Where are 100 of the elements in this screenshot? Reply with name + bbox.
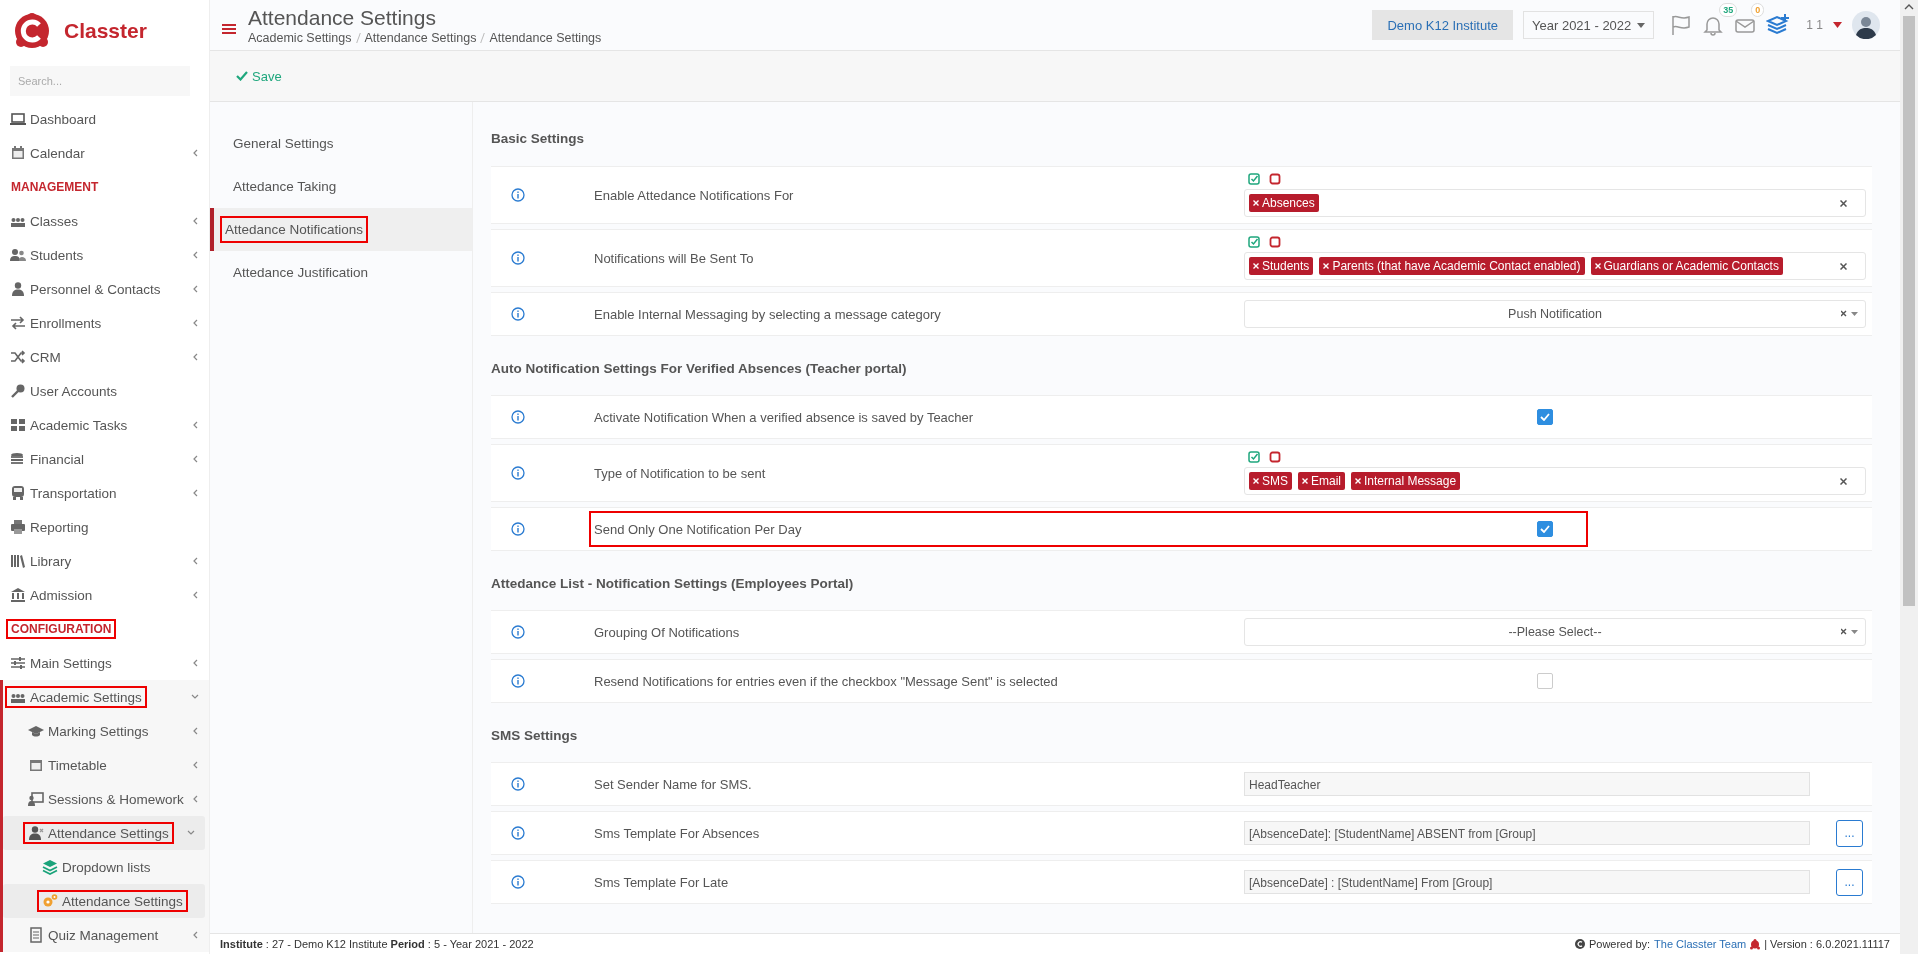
nav-item[interactable]: Quiz Management [3, 918, 209, 952]
nav-item[interactable]: Library [0, 544, 209, 578]
info-icon[interactable] [511, 251, 525, 265]
clear-icon[interactable] [1840, 199, 1847, 207]
nav-item[interactable]: Dropdown lists [3, 850, 209, 884]
select-all-icon[interactable] [1248, 451, 1260, 463]
nav-item[interactable]: Attendance Settings [3, 816, 205, 850]
info-icon[interactable] [511, 875, 525, 889]
copyright-icon [1574, 939, 1585, 949]
institute-button[interactable]: Demo K12 Institute [1372, 10, 1514, 40]
nav-item[interactable]: Admission [0, 578, 209, 612]
nav-item[interactable]: Main Settings [0, 646, 209, 680]
search-field[interactable]: Search... [10, 66, 190, 96]
avatar[interactable] [1852, 11, 1880, 39]
menu-icon[interactable] [222, 23, 236, 35]
setting-label: Set Sender Name for SMS. [594, 776, 753, 792]
remove-icon[interactable] [1355, 478, 1362, 484]
nav-item[interactable]: Classes [0, 204, 209, 238]
tag[interactable]: Students [1249, 257, 1314, 275]
settings-tab[interactable]: Attedance Justification [210, 251, 472, 294]
breadcrumb-link[interactable]: Attendance Settings [364, 31, 477, 45]
deselect-all-icon[interactable] [1269, 173, 1281, 185]
breadcrumb-link[interactable]: Academic Settings [248, 31, 352, 45]
tags-field[interactable]: SMS Email Internal Message [1244, 467, 1866, 495]
select-field[interactable]: --Please Select-- [1244, 618, 1866, 646]
nav-item[interactable]: Students [0, 238, 209, 272]
tags-field[interactable]: Students Parents (that have Academic Contact enabled) Guardians or Academic Contacts [1244, 252, 1866, 280]
scrollbar[interactable] [1900, 0, 1918, 954]
settings-tab[interactable]: General Settings [210, 122, 472, 165]
select-all-icon[interactable] [1248, 173, 1260, 185]
nav-item[interactable]: Calendar [0, 136, 209, 170]
clear-icon[interactable] [1840, 477, 1847, 485]
nav-item[interactable]: Sessions & Homework [3, 782, 209, 816]
page-title: Attendance Settings [248, 5, 437, 31]
checkbox[interactable] [1537, 521, 1553, 537]
team-link[interactable]: The Classter Team [1654, 938, 1747, 950]
nav-item[interactable]: Timetable [3, 748, 209, 782]
tag[interactable]: Parents (that have Academic Contact enabled) [1319, 257, 1585, 275]
tag[interactable]: Internal Message [1351, 472, 1461, 490]
info-icon[interactable] [511, 826, 525, 840]
layers-plus-icon[interactable] [1766, 13, 1791, 37]
deselect-all-icon[interactable] [1269, 451, 1281, 463]
remove-icon[interactable] [1253, 478, 1259, 484]
setting-label: Type of Notification to be sent [594, 465, 767, 481]
setting-label: Grouping Of Notifications [594, 624, 741, 640]
version-text: | Version : 6.0.2021.11117 [1764, 938, 1890, 950]
clear-icon[interactable] [1840, 262, 1847, 270]
nav-item[interactable]: Academic Settings [3, 680, 209, 714]
nav-item[interactable]: Attendance Settings [3, 884, 205, 918]
info-icon[interactable] [511, 307, 525, 321]
tag[interactable]: Email [1298, 472, 1346, 490]
nav-item[interactable]: Enrollments [0, 306, 209, 340]
text-field[interactable]: [AbsenceDate] : [StudentName] From [Group] [1244, 870, 1810, 894]
remove-icon[interactable] [1253, 200, 1259, 206]
remove-icon[interactable] [1323, 263, 1330, 269]
info-icon[interactable] [511, 410, 525, 424]
nav-item[interactable]: User Accounts [0, 374, 209, 408]
checkbox[interactable] [1537, 409, 1553, 425]
tag[interactable]: Guardians or Academic Contacts [1590, 257, 1783, 275]
tag[interactable]: SMS [1249, 472, 1292, 490]
nav-item[interactable]: Academic Tasks [0, 408, 209, 442]
flag-icon[interactable] [1670, 14, 1693, 36]
text-field[interactable]: [AbsenceDate]: [StudentName] ABSENT from [Group] [1244, 821, 1810, 845]
select-all-icon[interactable] [1248, 236, 1260, 248]
checkbox[interactable] [1537, 673, 1553, 689]
deselect-all-icon[interactable] [1269, 236, 1281, 248]
info-icon[interactable] [511, 625, 525, 639]
select-field[interactable]: Push Notification [1244, 300, 1866, 328]
info-icon[interactable] [511, 777, 525, 791]
bell-icon[interactable] [1702, 14, 1725, 36]
info-icon[interactable] [511, 188, 525, 202]
year-select[interactable]: Year 2021 - 2022 [1523, 11, 1655, 39]
scroll-up-icon[interactable] [1904, 4, 1914, 10]
text-field[interactable]: HeadTeacher [1244, 772, 1810, 796]
remove-icon[interactable] [1302, 478, 1308, 484]
info-icon[interactable] [511, 466, 525, 480]
remove-icon[interactable] [1594, 263, 1601, 269]
user-icon [10, 281, 26, 297]
remove-icon[interactable] [1253, 263, 1259, 269]
settings-tab[interactable]: Attedance Notifications [210, 208, 472, 251]
laptop-icon [10, 111, 26, 127]
grid-icon [10, 417, 26, 433]
nav-item[interactable]: CRM [0, 340, 209, 374]
nav-item[interactable]: Personnel & Contacts [0, 272, 209, 306]
settings-tab[interactable]: Attedance Taking [210, 165, 472, 208]
template-button[interactable]: ... [1836, 868, 1863, 896]
nav-item[interactable]: Marking Settings [3, 714, 209, 748]
breadcrumb-link[interactable]: Attendance Settings [489, 31, 602, 45]
tags-field[interactable]: Absences [1244, 189, 1866, 217]
info-icon[interactable] [511, 674, 525, 688]
clear-caret-icon[interactable] [1841, 310, 1859, 318]
nav-item[interactable]: Dashboard [0, 102, 209, 136]
info-icon[interactable] [511, 522, 525, 536]
clear-caret-icon[interactable] [1841, 628, 1859, 636]
template-button[interactable]: ... [1836, 819, 1863, 847]
nav-item[interactable]: Reporting [0, 510, 209, 544]
section-title: Attedance List - Notification Settings (Employees Portal) [491, 574, 855, 593]
nav-item[interactable]: Financial [0, 442, 209, 476]
tag[interactable]: Absences [1249, 194, 1319, 212]
nav-item[interactable]: Transportation [0, 476, 209, 510]
